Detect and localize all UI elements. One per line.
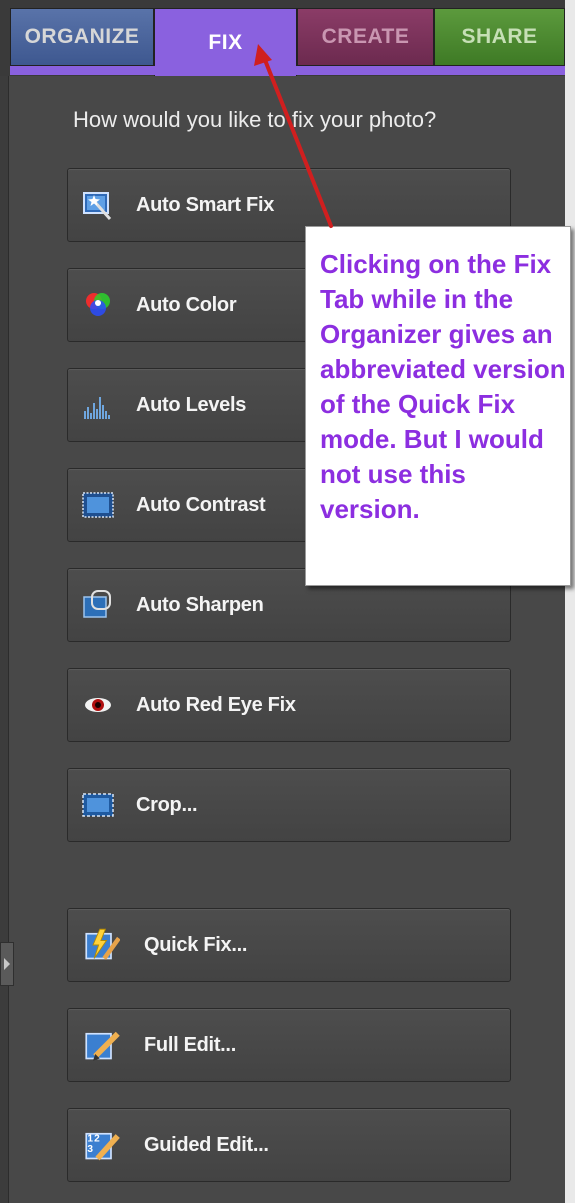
crop-button[interactable]: Crop... xyxy=(67,768,511,842)
histogram-icon xyxy=(84,397,110,419)
sharpen-icon xyxy=(83,590,111,618)
panel-left-edge xyxy=(0,76,9,1203)
full-edit-icon xyxy=(85,1031,120,1061)
annotation-callout: Clicking on the Fix Tab while in the Org… xyxy=(305,226,571,586)
tab-create[interactable]: CREATE xyxy=(297,8,434,66)
auto-red-eye-fix-label: Auto Red Eye Fix xyxy=(136,693,296,716)
auto-smart-fix-label: Auto Smart Fix xyxy=(136,193,275,216)
guided-edit-button[interactable]: 1 2 3 Guided Edit... xyxy=(67,1108,511,1182)
mode-tab-bar: ORGANIZE FIX CREATE SHARE xyxy=(0,0,565,76)
color-wheel-icon xyxy=(86,293,110,316)
smart-fix-wand-icon xyxy=(83,192,112,220)
contrast-frame-icon xyxy=(82,492,114,518)
svg-text:2: 2 xyxy=(94,1134,100,1145)
quick-fix-button[interactable]: Quick Fix... xyxy=(67,908,511,982)
auto-color-label: Auto Color xyxy=(136,293,237,316)
tab-organize[interactable]: ORGANIZE xyxy=(10,8,154,66)
callout-text: Clicking on the Fix Tab while in the Org… xyxy=(320,249,566,524)
window-right-edge xyxy=(565,0,575,1203)
quick-fix-icon xyxy=(85,928,120,960)
crop-label: Crop... xyxy=(136,793,198,816)
fix-prompt-text: How would you like to fix your photo? xyxy=(73,107,437,132)
auto-red-eye-fix-button[interactable]: Auto Red Eye Fix xyxy=(67,668,511,742)
auto-contrast-label: Auto Contrast xyxy=(136,493,266,516)
active-tab-underline xyxy=(10,66,565,75)
quick-fix-label: Quick Fix... xyxy=(144,933,248,956)
svg-text:3: 3 xyxy=(87,1144,93,1155)
guided-edit-label: Guided Edit... xyxy=(144,1133,269,1156)
expand-arrow-icon xyxy=(4,958,10,970)
guided-edit-icon: 1 2 3 xyxy=(85,1132,120,1161)
red-eye-icon xyxy=(85,698,111,712)
auto-sharpen-label: Auto Sharpen xyxy=(136,593,264,616)
full-edit-button[interactable]: Full Edit... xyxy=(67,1008,511,1082)
auto-levels-label: Auto Levels xyxy=(136,393,247,416)
crop-icon xyxy=(82,793,114,817)
collapse-panel-handle[interactable] xyxy=(0,942,14,986)
tab-share[interactable]: SHARE xyxy=(434,8,565,66)
full-edit-label: Full Edit... xyxy=(144,1033,236,1056)
